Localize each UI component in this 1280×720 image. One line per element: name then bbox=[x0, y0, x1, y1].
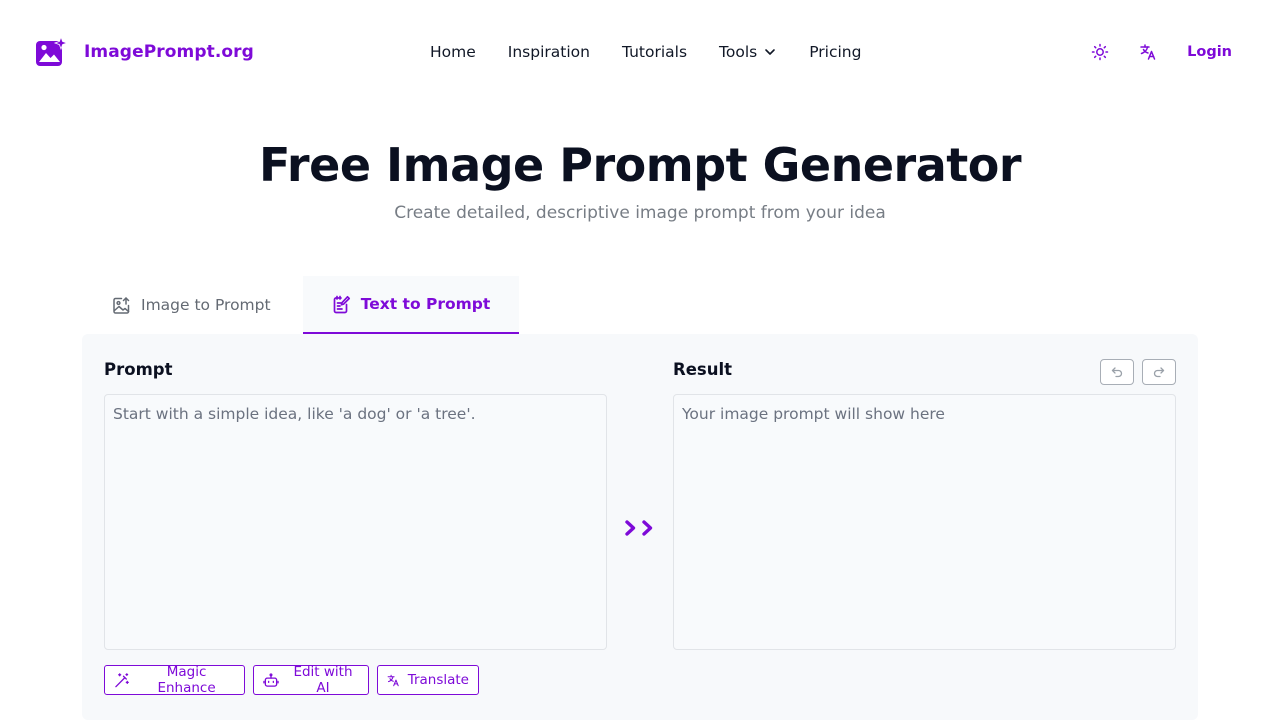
redo-button[interactable] bbox=[1142, 359, 1176, 385]
main-nav: Home Inspiration Tutorials Tools Pricing bbox=[430, 41, 861, 63]
site-header: ImagePrompt.org Home Inspiration Tutoria… bbox=[0, 0, 1280, 104]
nav-home[interactable]: Home bbox=[430, 43, 476, 61]
chevron-down-icon bbox=[765, 49, 776, 55]
edit-with-ai-label: Edit with AI bbox=[293, 664, 353, 696]
brand-name: ImagePrompt.org bbox=[84, 42, 254, 62]
generate-arrow-icon[interactable] bbox=[624, 518, 658, 538]
magic-enhance-label: Magic Enhance bbox=[157, 664, 216, 696]
page-subtitle: Create detailed, descriptive image promp… bbox=[394, 203, 886, 223]
prompt-label: Prompt bbox=[104, 360, 173, 379]
brand-logo-link[interactable]: ImagePrompt.org bbox=[35, 36, 254, 68]
result-label: Result bbox=[673, 360, 733, 379]
tab-image-to-prompt[interactable]: Image to Prompt bbox=[112, 276, 271, 334]
translate-icon[interactable] bbox=[1139, 43, 1157, 61]
login-link[interactable]: Login bbox=[1187, 44, 1232, 60]
edit-with-ai-button[interactable]: Edit with AI bbox=[253, 664, 369, 696]
magic-wand-icon bbox=[115, 672, 129, 687]
tab-text-to-prompt[interactable]: Text to Prompt bbox=[303, 276, 519, 334]
header-actions: Login bbox=[1091, 41, 1232, 63]
tab-image-to-prompt-label: Image to Prompt bbox=[141, 296, 271, 314]
tab-text-to-prompt-label: Text to Prompt bbox=[360, 295, 491, 313]
image-sparkle-icon bbox=[36, 36, 68, 66]
undo-button[interactable] bbox=[1100, 359, 1134, 385]
robot-icon bbox=[263, 672, 279, 687]
undo-icon bbox=[1111, 367, 1123, 378]
redo-icon bbox=[1153, 367, 1165, 378]
page-title: Free Image Prompt Generator bbox=[258, 138, 1022, 192]
image-upload-icon bbox=[113, 296, 130, 314]
nav-pricing[interactable]: Pricing bbox=[809, 43, 861, 61]
translate-icon bbox=[387, 674, 399, 686]
result-output[interactable] bbox=[673, 394, 1176, 650]
prompt-input[interactable] bbox=[104, 394, 607, 650]
sun-icon[interactable] bbox=[1091, 43, 1109, 61]
translate-button[interactable]: Translate bbox=[377, 665, 479, 695]
nav-tools-label: Tools bbox=[719, 43, 758, 61]
magic-enhance-button[interactable]: Magic Enhance bbox=[104, 664, 245, 696]
nav-tutorials[interactable]: Tutorials bbox=[622, 43, 687, 61]
note-edit-icon bbox=[333, 295, 350, 313]
nav-inspiration[interactable]: Inspiration bbox=[508, 43, 590, 61]
translate-label: Translate bbox=[407, 672, 469, 688]
nav-tools-dropdown[interactable]: Tools bbox=[719, 43, 777, 61]
